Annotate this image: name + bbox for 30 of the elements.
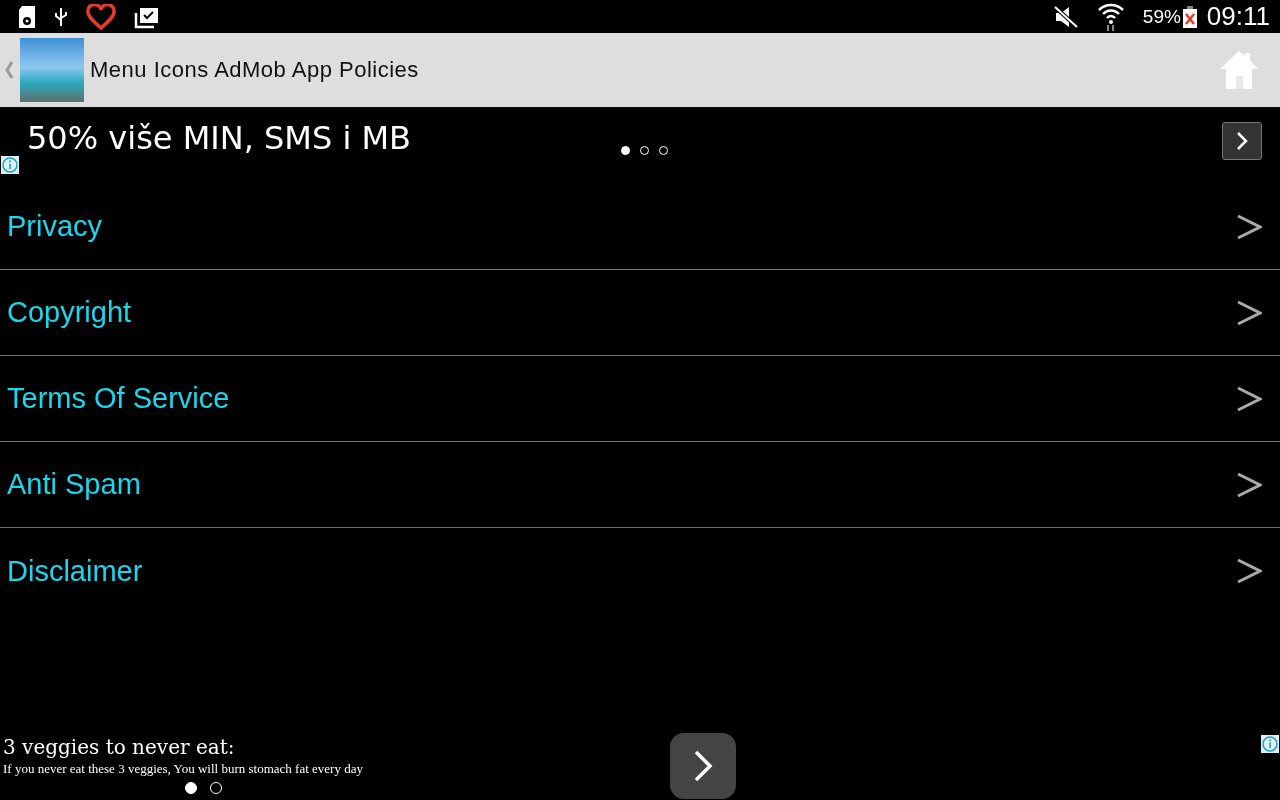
chevron-right-icon — [1236, 298, 1262, 327]
chevron-right-icon — [1236, 470, 1262, 499]
ad-headline[interactable]: 3 veggies to never eat: — [3, 735, 603, 759]
app-logo-photo-placeholder — [20, 38, 84, 102]
bottom-ad-banner[interactable]: 3 veggies to never eat: If you never eat these 3 veggies, You will burn stomach fat every day — [0, 732, 1280, 800]
battery-percent: 59% — [1142, 5, 1181, 28]
chevron-right-icon — [1236, 557, 1262, 585]
ad-description[interactable]: If you never eat these 3 veggies, You will burn stomach fat every day — [3, 761, 603, 777]
menu-item[interactable]: Anti Spam — [0, 442, 1280, 528]
menu-item[interactable]: Privacy — [0, 184, 1280, 270]
chevron-right-icon — [1236, 212, 1262, 241]
heart-icon — [86, 3, 116, 30]
chevron-right-icon — [1234, 131, 1250, 151]
clock-time: 09:11 — [1206, 1, 1270, 32]
page-dot[interactable] — [621, 146, 630, 155]
muted-speaker-icon — [1052, 4, 1079, 29]
app-title: Menu Icons AdMob App Policies — [90, 57, 419, 83]
menu-item[interactable]: Disclaimer — [0, 528, 1280, 614]
ad-next-button[interactable] — [1222, 122, 1262, 160]
wifi-icon — [1096, 1, 1125, 32]
top-ad-banner[interactable]: 50% više MIN, SMS i MB — [0, 108, 1280, 184]
usb-icon — [54, 6, 68, 27]
menu-item[interactable]: Terms Of Service — [0, 356, 1280, 442]
sd-card-icon — [18, 4, 36, 29]
page-dot[interactable] — [184, 782, 197, 794]
battery-icon — [1182, 5, 1197, 28]
ad-next-button[interactable] — [670, 733, 736, 799]
chevron-right-icon — [1236, 384, 1262, 413]
ad-headline[interactable]: 50% više MIN, SMS i MB — [27, 119, 411, 157]
menu-item[interactable]: Copyright — [0, 270, 1280, 356]
